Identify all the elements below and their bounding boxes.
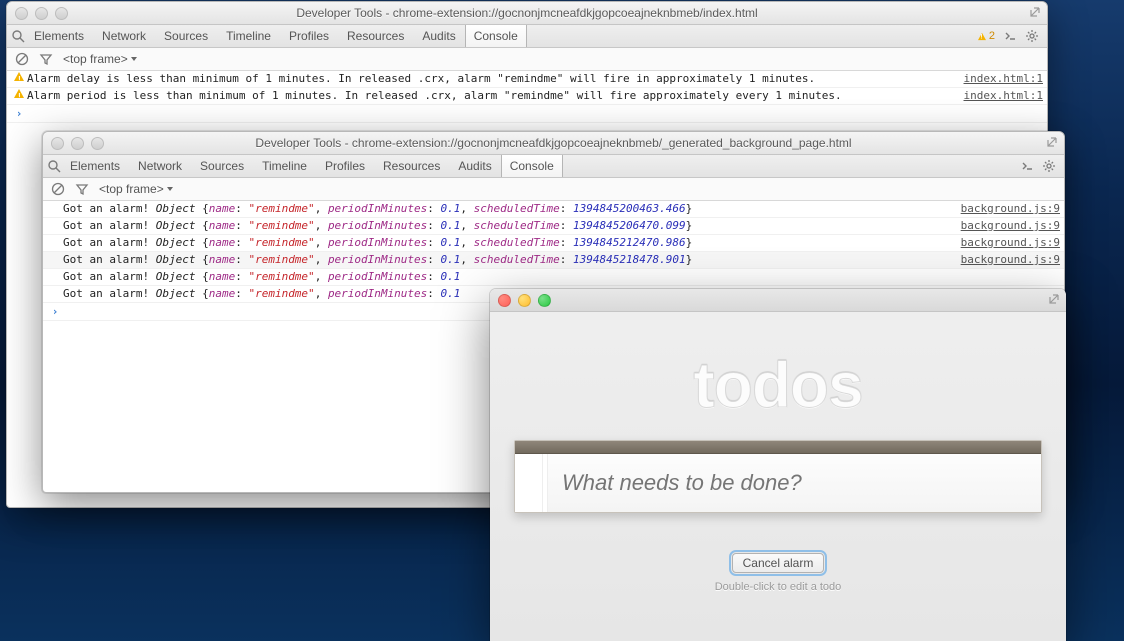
close-dot[interactable] bbox=[498, 294, 511, 307]
clear-console-icon[interactable] bbox=[51, 182, 65, 196]
source-link[interactable]: background.js:9 bbox=[953, 201, 1060, 217]
console-line: Got an alarm! Object {name: "remindme", … bbox=[43, 201, 1064, 218]
filter-icon[interactable] bbox=[75, 182, 89, 196]
tab-timeline[interactable]: Timeline bbox=[253, 155, 316, 177]
tab-console[interactable]: Console bbox=[465, 25, 527, 47]
warning-icon bbox=[11, 71, 27, 81]
tab-elements[interactable]: Elements bbox=[61, 155, 129, 177]
source-link[interactable]: index.html:1 bbox=[956, 71, 1043, 87]
warning-icon bbox=[11, 88, 27, 98]
console-prompt[interactable]: › bbox=[7, 105, 1047, 123]
tab-timeline[interactable]: Timeline bbox=[217, 25, 280, 47]
popout-icon[interactable] bbox=[1048, 293, 1060, 305]
search-icon[interactable] bbox=[47, 159, 61, 173]
card-header-bar bbox=[515, 441, 1041, 454]
zoom-dot[interactable] bbox=[538, 294, 551, 307]
popout-icon[interactable] bbox=[1046, 136, 1058, 148]
tab-profiles[interactable]: Profiles bbox=[316, 155, 374, 177]
titlebar[interactable]: Developer Tools - chrome-extension://goc… bbox=[43, 132, 1064, 155]
new-todo-input[interactable] bbox=[548, 470, 1041, 496]
search-icon[interactable] bbox=[11, 29, 25, 43]
margin-rule bbox=[515, 454, 548, 512]
new-todo-row bbox=[515, 454, 1041, 512]
window-title: Developer Tools - chrome-extension://goc… bbox=[7, 6, 1047, 20]
minimize-dot[interactable] bbox=[518, 294, 531, 307]
minimize-dot[interactable] bbox=[71, 137, 84, 150]
tab-sources[interactable]: Sources bbox=[191, 155, 253, 177]
cancel-alarm-button[interactable]: Cancel alarm bbox=[732, 553, 825, 573]
drawer-icon[interactable] bbox=[1003, 29, 1017, 43]
tab-network[interactable]: Network bbox=[129, 155, 191, 177]
filter-icon[interactable] bbox=[39, 52, 53, 66]
warning-count[interactable]: 2 bbox=[977, 30, 995, 42]
tab-strip: Elements Network Sources Timeline Profil… bbox=[43, 155, 1064, 178]
traffic-lights[interactable] bbox=[43, 137, 104, 150]
context-selector[interactable]: <top frame> bbox=[63, 52, 138, 66]
titlebar[interactable] bbox=[490, 289, 1066, 312]
console-line: Alarm period is less than minimum of 1 m… bbox=[7, 88, 1047, 105]
console-line: Got an alarm! Object {name: "remindme", … bbox=[43, 252, 1064, 269]
filter-row: <top frame> bbox=[7, 48, 1047, 71]
tab-audits[interactable]: Audits bbox=[413, 25, 464, 47]
tab-resources[interactable]: Resources bbox=[374, 155, 449, 177]
tab-resources[interactable]: Resources bbox=[338, 25, 413, 47]
titlebar[interactable]: Developer Tools - chrome-extension://goc… bbox=[7, 2, 1047, 25]
console-line: Alarm delay is less than minimum of 1 mi… bbox=[7, 71, 1047, 88]
drawer-icon[interactable] bbox=[1020, 159, 1034, 173]
tab-elements[interactable]: Elements bbox=[25, 25, 93, 47]
console-line: Got an alarm! Object {name: "remindme", … bbox=[43, 235, 1064, 252]
console-line: Got an alarm! Object {name: "remindme", … bbox=[43, 218, 1064, 235]
settings-icon[interactable] bbox=[1042, 159, 1056, 173]
source-link[interactable]: background.js:9 bbox=[953, 235, 1060, 251]
tab-profiles[interactable]: Profiles bbox=[280, 25, 338, 47]
todos-app-window: todos Cancel alarm Double-click to edit … bbox=[490, 289, 1066, 641]
window-title: Developer Tools - chrome-extension://goc… bbox=[43, 136, 1064, 150]
source-link[interactable]: background.js:9 bbox=[953, 218, 1060, 234]
tab-strip: Elements Network Sources Timeline Profil… bbox=[7, 25, 1047, 48]
zoom-dot[interactable] bbox=[55, 7, 68, 20]
clear-console-icon[interactable] bbox=[15, 52, 29, 66]
filter-row: <top frame> bbox=[43, 178, 1064, 201]
popout-icon[interactable] bbox=[1029, 6, 1041, 18]
todos-heading: todos bbox=[490, 348, 1066, 422]
tab-sources[interactable]: Sources bbox=[155, 25, 217, 47]
desktop: Developer Tools - chrome-extension://goc… bbox=[0, 0, 1124, 641]
context-selector[interactable]: <top frame> bbox=[99, 182, 174, 196]
traffic-lights[interactable] bbox=[7, 7, 68, 20]
zoom-dot[interactable] bbox=[91, 137, 104, 150]
todo-card bbox=[514, 440, 1042, 513]
source-link[interactable]: background.js:9 bbox=[953, 252, 1060, 268]
minimize-dot[interactable] bbox=[35, 7, 48, 20]
source-link[interactable]: index.html:1 bbox=[956, 88, 1043, 104]
tab-network[interactable]: Network bbox=[93, 25, 155, 47]
tab-console[interactable]: Console bbox=[501, 155, 563, 177]
close-dot[interactable] bbox=[15, 7, 28, 20]
traffic-lights[interactable] bbox=[490, 294, 551, 307]
settings-icon[interactable] bbox=[1025, 29, 1039, 43]
console-line: Got an alarm! Object {name: "remindme", … bbox=[43, 269, 1064, 286]
edit-hint: Double-click to edit a todo bbox=[490, 581, 1066, 593]
tab-audits[interactable]: Audits bbox=[449, 155, 500, 177]
close-dot[interactable] bbox=[51, 137, 64, 150]
